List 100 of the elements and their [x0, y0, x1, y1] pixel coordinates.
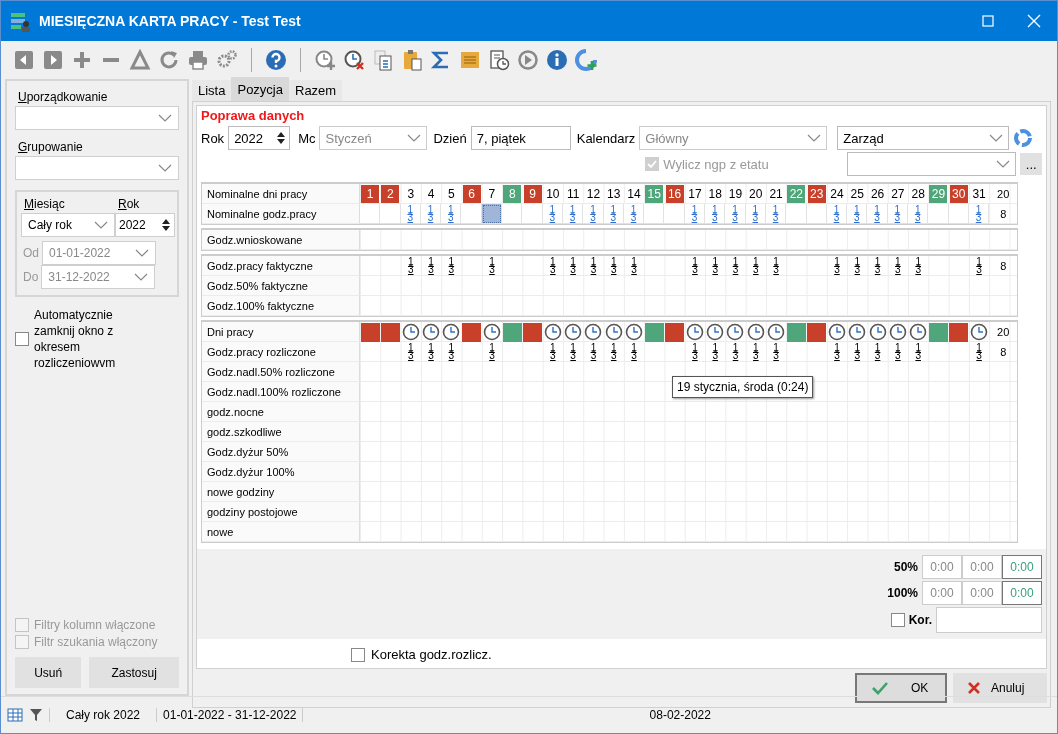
maximize-icon[interactable]: [982, 15, 994, 27]
cancel-button[interactable]: Anuluj: [953, 673, 1047, 703]
apply-button[interactable]: Zastosuj: [89, 657, 179, 688]
help-icon[interactable]: [265, 49, 287, 71]
grid-cell[interactable]: 13: [684, 204, 706, 224]
tab[interactable]: Lista: [192, 80, 232, 101]
day-header[interactable]: 17: [688, 187, 702, 201]
day-header[interactable]: 18: [708, 187, 722, 201]
time-field[interactable]: 0:00: [922, 555, 962, 579]
grid-cell[interactable]: 13: [623, 204, 645, 224]
day-header[interactable]: 9: [523, 185, 542, 203]
grid-cell[interactable]: 13: [441, 204, 462, 224]
grid-cell[interactable]: 13: [826, 204, 848, 224]
day-header[interactable]: 29: [929, 185, 948, 203]
secondary-dropdown[interactable]: [847, 152, 1017, 176]
year-spinner[interactable]: 2022: [228, 126, 291, 150]
day-header[interactable]: 4: [427, 187, 435, 201]
grid-cell[interactable]: [481, 204, 503, 224]
day-header[interactable]: 3: [407, 187, 415, 201]
tab[interactable]: Pozycja: [231, 77, 289, 101]
correction-field[interactable]: [936, 607, 1042, 633]
grouping-dropdown[interactable]: [15, 156, 179, 180]
grid-cell[interactable]: [644, 204, 665, 224]
time-field[interactable]: 0:00: [922, 581, 962, 605]
previous-icon[interactable]: [13, 49, 35, 71]
day-header[interactable]: 11: [566, 187, 580, 201]
copy-icon[interactable]: [372, 49, 394, 71]
day-header[interactable]: 24: [830, 187, 844, 201]
close-icon[interactable]: [1027, 14, 1041, 28]
day-header[interactable]: 26: [870, 187, 885, 201]
next-icon[interactable]: [42, 49, 64, 71]
day-field[interactable]: 7, piątek: [470, 126, 571, 150]
day-header[interactable]: 31: [972, 187, 986, 201]
time-field[interactable]: 0:00: [1002, 581, 1042, 605]
grid-cell[interactable]: 13: [908, 204, 929, 224]
grid-cell[interactable]: 13: [603, 204, 624, 224]
ordering-dropdown[interactable]: [15, 106, 179, 130]
day-header[interactable]: 2: [381, 185, 400, 203]
grid-cell[interactable]: [786, 204, 807, 224]
tab[interactable]: Razem: [289, 80, 343, 101]
grid-cell[interactable]: [461, 204, 482, 224]
day-header[interactable]: 7: [488, 187, 496, 201]
refresh-icon[interactable]: [1013, 128, 1034, 148]
spinner-icon[interactable]: [276, 131, 287, 145]
day-header[interactable]: 22: [787, 185, 806, 203]
grid-cell[interactable]: 13: [847, 204, 868, 224]
grid-cell[interactable]: 13: [968, 204, 990, 224]
month-dropdown[interactable]: Styczeń: [319, 126, 428, 150]
to-date-field[interactable]: 31-12-2022: [41, 265, 156, 289]
grid-cell[interactable]: [360, 204, 381, 224]
time-field[interactable]: 0:00: [962, 581, 1002, 605]
day-header[interactable]: 5: [448, 187, 455, 201]
paste-icon[interactable]: [401, 49, 423, 71]
grid-cell[interactable]: 13: [400, 204, 421, 224]
grid-cell[interactable]: 13: [542, 204, 563, 224]
department-dropdown[interactable]: Zarząd: [837, 126, 1010, 150]
month-dropdown[interactable]: Cały rok: [21, 213, 115, 237]
grid-cell[interactable]: [806, 204, 827, 224]
plus-icon[interactable]: [71, 49, 93, 71]
remove-button[interactable]: Usuń: [15, 657, 82, 688]
filter-icon[interactable]: [29, 708, 43, 722]
grid-cell[interactable]: [664, 204, 685, 224]
day-header[interactable]: 28: [911, 187, 925, 201]
day-header[interactable]: 14: [627, 187, 641, 201]
more-button[interactable]: ...: [1020, 153, 1042, 175]
grid-cell[interactable]: 13: [725, 204, 746, 224]
day-header[interactable]: 10: [546, 187, 560, 201]
table-icon[interactable]: [7, 708, 23, 722]
grid-cell[interactable]: [928, 204, 949, 224]
day-header[interactable]: 16: [665, 185, 684, 203]
grid-cell[interactable]: 13: [583, 204, 604, 224]
calendar-dropdown[interactable]: Główny: [639, 126, 828, 150]
year-spinner[interactable]: 2022: [115, 213, 175, 237]
clock-delete-icon[interactable]: [343, 49, 365, 71]
grid-cell[interactable]: 13: [887, 204, 908, 224]
clock-plus-icon[interactable]: [314, 49, 336, 71]
document-clock-icon[interactable]: [488, 49, 510, 71]
day-header[interactable]: 8: [503, 185, 522, 203]
spinner-icon[interactable]: [161, 218, 171, 232]
day-header[interactable]: 1: [361, 185, 380, 203]
day-header[interactable]: 20: [749, 187, 763, 201]
grid-cell[interactable]: 13: [867, 204, 888, 224]
grid-cell[interactable]: [502, 204, 523, 224]
info-icon[interactable]: [546, 49, 568, 71]
day-header[interactable]: 23: [807, 185, 826, 203]
day-header[interactable]: 27: [891, 187, 905, 201]
day-header[interactable]: 30: [949, 185, 968, 203]
grid-cell[interactable]: 13: [765, 204, 787, 224]
grid-cell[interactable]: [522, 204, 543, 224]
day-header[interactable]: 6: [462, 185, 481, 203]
day-header[interactable]: 25: [850, 187, 864, 201]
time-field[interactable]: 0:00: [1002, 555, 1042, 579]
grid-cell[interactable]: 13: [705, 204, 726, 224]
grid-cell[interactable]: [380, 204, 401, 224]
grid-cell[interactable]: 13: [562, 204, 584, 224]
day-header[interactable]: 21: [769, 187, 783, 201]
checkbox[interactable]: [351, 647, 365, 662]
note-icon[interactable]: [459, 49, 481, 71]
print-icon[interactable]: [187, 49, 209, 71]
grid-cell[interactable]: 13: [420, 204, 442, 224]
